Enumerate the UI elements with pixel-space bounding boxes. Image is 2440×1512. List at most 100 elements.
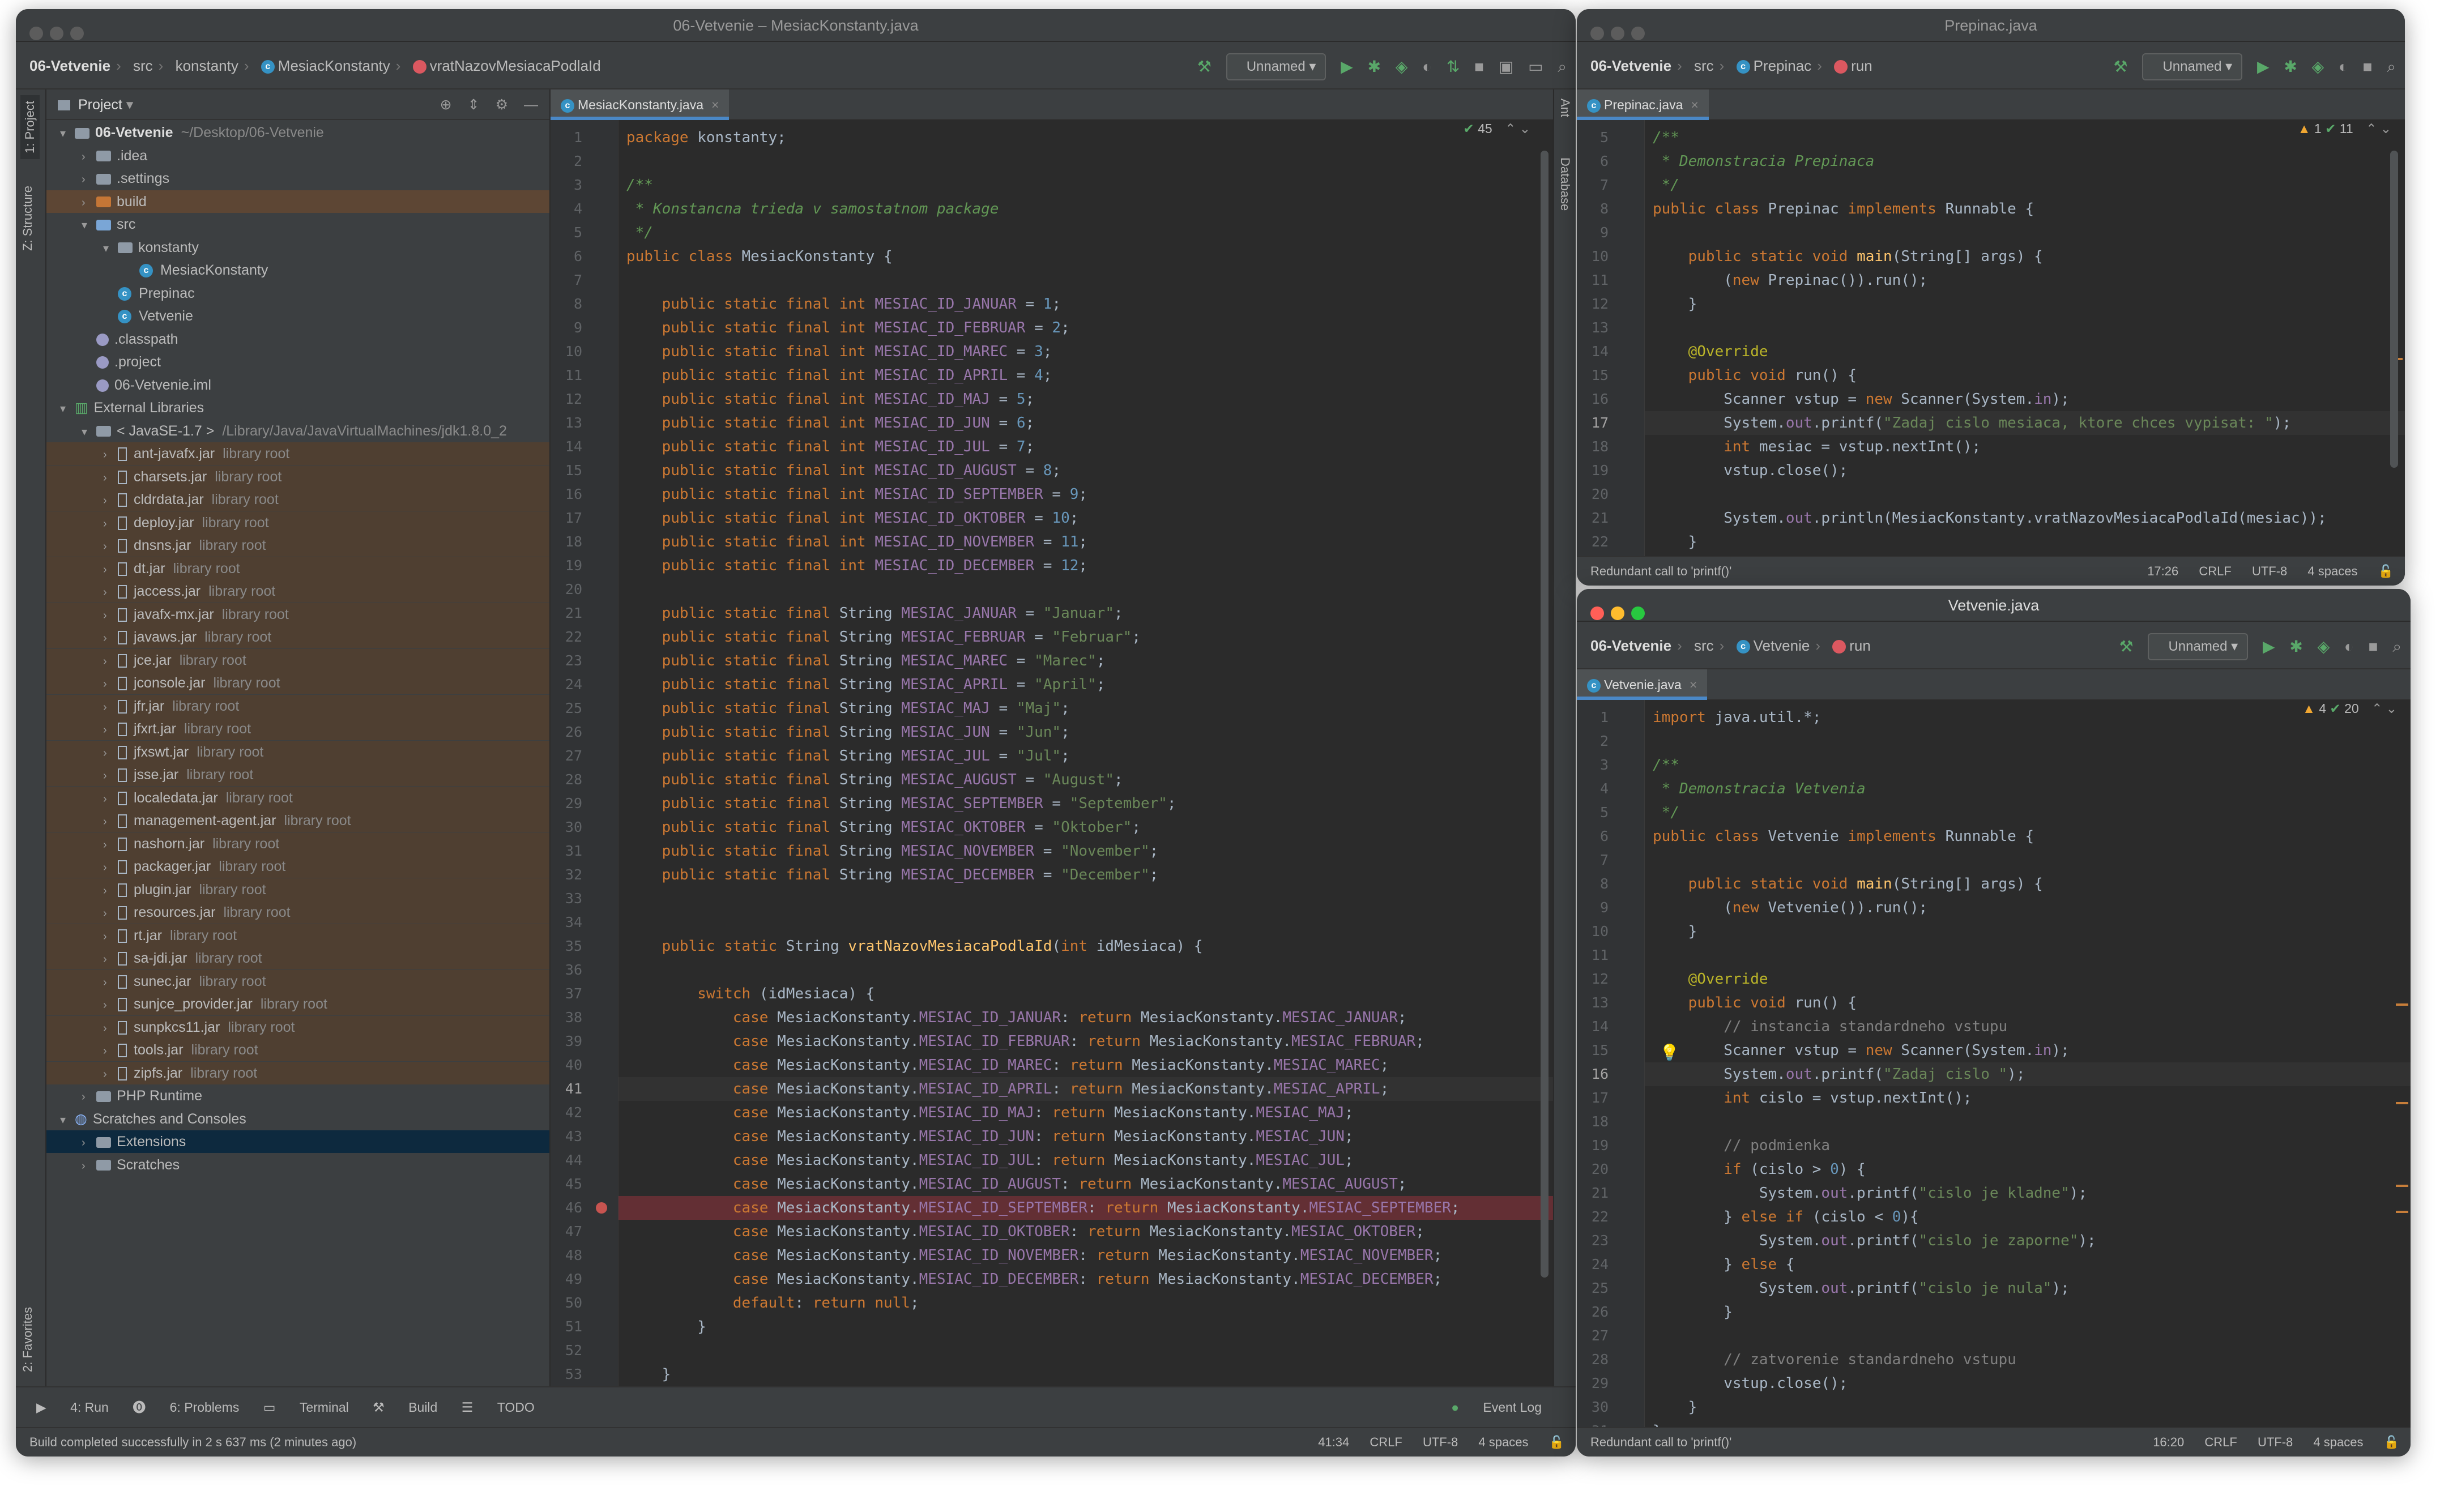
line-number[interactable]: 30 [1577,1395,1616,1419]
line-number[interactable]: 7 [551,268,590,292]
chevron-right-icon[interactable]: › [103,948,118,971]
chevron-right-icon[interactable]: › [103,764,118,787]
code-line[interactable]: Scanner vstup = new Scanner(System.in); [1645,1039,2411,1062]
breadcrumb-method[interactable]: run [1832,622,1871,669]
chevron-right-icon[interactable]: › [103,788,118,810]
tree-item[interactable]: ▾ 06-Vetvenie ~/Desktop/06-Vetvenie [46,121,549,144]
line-number[interactable]: 5 [1577,126,1616,150]
tree-item[interactable]: › charsets.jar library root [46,465,549,488]
code-line[interactable]: public static final String MESIAC_SEPTEM… [618,792,1553,815]
code-line[interactable]: public static final String MESIAC_FEBRUA… [618,625,1553,649]
prepinac-code-editor[interactable]: /** * Demonstracia Prepinaca */public cl… [1645,120,2405,574]
close-tab-icon[interactable]: × [1691,97,1698,112]
code-line[interactable]: public static final int MESIAC_ID_MAREC … [618,340,1553,364]
code-line[interactable]: } [618,1362,1553,1386]
code-line[interactable] [1645,1324,2411,1348]
code-line[interactable]: // instancia standardneho vstupu [1645,1015,2411,1039]
code-line[interactable]: vstup.close(); [1645,1372,2411,1395]
intention-bulb-icon[interactable]: 💡 [1660,1043,1679,1062]
tree-item[interactable]: › Scratches [46,1154,549,1176]
line-number[interactable]: 7 [1577,173,1616,197]
debug-bug-icon[interactable]: ✱ [1368,43,1381,91]
build-hammer-icon[interactable]: ⚒ [2114,43,2128,91]
warning-scroll-marker[interactable] [2396,1003,2408,1006]
code-line[interactable] [1645,221,2405,245]
breadcrumb-package[interactable]: konstanty [176,42,238,89]
code-line[interactable]: /** [618,173,1553,197]
chevron-right-icon[interactable]: › [103,971,118,994]
tree-item[interactable]: › sunpkcs11.jar library root [46,1015,549,1039]
main-editor-scrollbar[interactable] [1541,151,1549,1278]
chevron-down-icon[interactable]: ▾ [60,398,75,420]
indent-setting[interactable]: 4 spaces [1478,1435,1528,1449]
code-line[interactable]: case MesiacKonstanty.MESIAC_ID_SEPTEMBER… [618,1196,1553,1220]
line-number[interactable]: 19 [1577,1134,1616,1158]
code-line[interactable]: } [1645,530,2405,554]
line-number[interactable]: 11 [551,364,590,387]
search-everywhere-icon[interactable]: ⌕ [2392,623,2401,670]
code-line[interactable]: public static final int MESIAC_ID_NOVEMB… [618,530,1553,554]
line-number[interactable]: 22 [551,625,590,649]
line-number[interactable]: 17 [551,506,590,530]
chevron-right-icon[interactable]: › [103,535,118,558]
main-inspection-widget[interactable]: ✔ 45 ⌃ ⌄ [1463,121,1530,136]
tree-item[interactable]: ▾ ▥ External Libraries [46,396,549,419]
line-number[interactable]: 21 [1577,506,1616,530]
code-line[interactable]: if (cislo > 0) { [1645,1158,2411,1181]
line-number[interactable]: 6 [551,245,590,268]
code-line[interactable] [618,1339,1553,1362]
line-number[interactable]: 6 [1577,150,1616,173]
code-line[interactable]: public class Vetvenie implements Runnabl… [1645,825,2411,848]
line-number[interactable]: 29 [1577,1372,1616,1395]
chevron-down-icon[interactable]: ▾ [126,97,134,113]
breadcrumb-method[interactable]: run [1834,42,1872,89]
profiler-icon[interactable]: ◐ [2344,623,2354,670]
code-line[interactable]: public static final String MESIAC_NOVEMB… [618,839,1553,863]
code-line[interactable]: @Override [1645,340,2405,364]
code-line[interactable]: public static final String MESIAC_MAREC … [618,649,1553,673]
code-line[interactable]: public static final int MESIAC_ID_JANUAR… [618,292,1553,316]
line-number[interactable]: 17 [1577,411,1616,435]
line-number[interactable]: 39 [551,1030,590,1053]
chevron-right-icon[interactable]: › [103,581,118,604]
line-number[interactable]: 10 [1577,920,1616,943]
chevron-right-icon[interactable]: › [103,443,118,466]
build-hammer-icon[interactable]: ⚒ [1197,43,1212,91]
code-line[interactable]: public static void main(String[] args) { [1645,245,2405,268]
collapse-all-icon[interactable]: ⇕ [468,97,480,113]
line-number[interactable]: 9 [1577,896,1616,920]
code-line[interactable]: public static String vratNazovMesiacaPod… [618,934,1553,958]
tree-item[interactable]: › localedata.jar library root [46,786,549,810]
line-number[interactable]: 15 [551,459,590,482]
chevron-down-icon[interactable]: ▾ [82,214,96,237]
code-line[interactable]: public static final int MESIAC_ID_FEBRUA… [618,316,1553,340]
code-line[interactable] [618,911,1553,934]
line-number[interactable]: 6 [1577,825,1616,848]
code-line[interactable]: public static final int MESIAC_ID_SEPTEM… [618,482,1553,506]
code-line[interactable]: case MesiacKonstanty.MESIAC_ID_OKTOBER: … [618,1220,1553,1244]
line-number[interactable]: 51 [551,1315,590,1339]
code-line[interactable]: case MesiacKonstanty.MESIAC_ID_JANUAR: r… [618,1006,1553,1030]
chevron-down-icon[interactable]: ▾ [103,237,118,260]
line-number[interactable]: 30 [551,815,590,839]
line-number[interactable]: 36 [551,958,590,982]
tree-item[interactable]: › .idea [46,144,549,167]
line-number[interactable]: 8 [551,292,590,316]
minimize-window-button[interactable] [1611,606,1624,620]
line-number[interactable]: 12 [1577,292,1616,316]
code-line[interactable]: public class Prepinac implements Runnabl… [1645,197,2405,221]
line-number[interactable]: 23 [551,649,590,673]
line-number[interactable]: 10 [551,340,590,364]
code-line[interactable]: * Konstancna trieda v samostatnom packag… [618,197,1553,221]
event-log-button[interactable]: ● Event Log [1431,1387,1542,1427]
project-view-select[interactable]: Project [78,97,122,113]
chevron-right-icon[interactable]: › [103,558,118,581]
line-number[interactable]: 11 [1577,268,1616,292]
gear-icon[interactable]: ⚙ [496,97,508,113]
tree-item[interactable]: › jce.jar library root [46,648,549,672]
code-line[interactable]: public static final String MESIAC_APRIL … [618,673,1553,697]
tree-item[interactable]: › .settings [46,167,549,190]
line-number[interactable]: 7 [1577,848,1616,872]
line-number[interactable]: 21 [1577,1181,1616,1205]
code-line[interactable]: public void run() { [1645,364,2405,387]
